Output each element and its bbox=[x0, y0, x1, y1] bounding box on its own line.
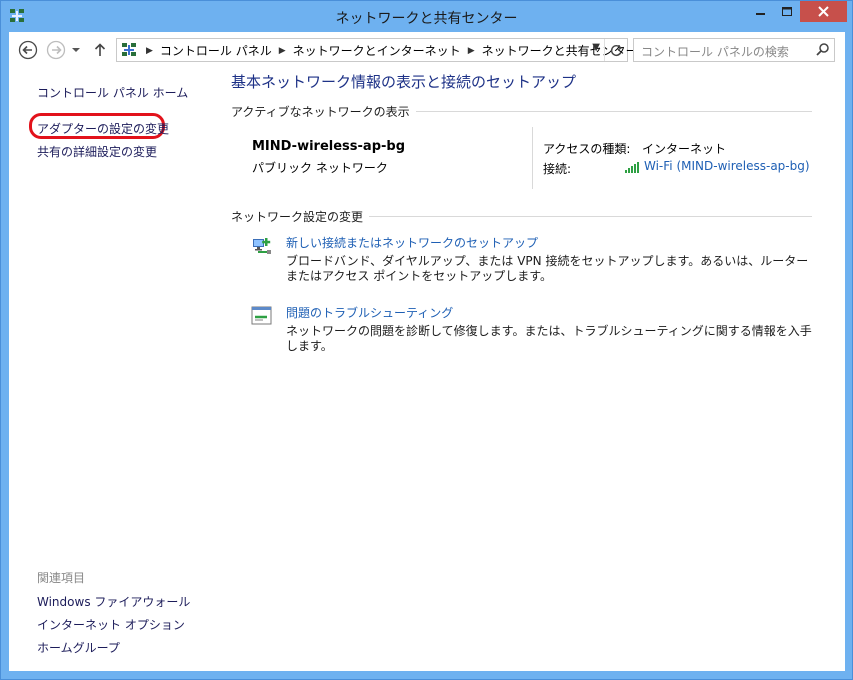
homegroup-link[interactable]: ホームグループ bbox=[37, 639, 120, 656]
breadcrumb-control-panel[interactable]: コントロール パネル bbox=[160, 42, 272, 59]
breadcrumb-separator-icon[interactable]: ▶ bbox=[279, 46, 286, 56]
network-name: MIND-wireless-ap-bg bbox=[252, 139, 406, 154]
navigation-bar: ▶ コントロール パネル ▶ ネットワークとインターネット ▶ ネットワークと共… bbox=[9, 32, 845, 68]
forward-button[interactable] bbox=[45, 39, 67, 61]
breadcrumb-network-internet[interactable]: ネットワークとインターネット bbox=[293, 42, 461, 59]
back-button[interactable] bbox=[17, 39, 39, 61]
change-adapter-settings-link[interactable]: アダプターの設定の変更 bbox=[37, 120, 169, 137]
maximize-button[interactable] bbox=[774, 1, 800, 22]
active-networks-section: アクティブなネットワークの表示 bbox=[231, 103, 812, 120]
access-type-label: アクセスの種類: bbox=[543, 142, 631, 156]
troubleshoot-description: ネットワークの問題を診断して修復します。または、トラブルシューティングに関する情… bbox=[286, 324, 812, 353]
change-settings-section: ネットワーク設定の変更 bbox=[231, 208, 812, 225]
breadcrumb-separator-icon[interactable]: ▶ bbox=[468, 46, 475, 56]
content-area: コントロール パネル ホーム アダプターの設定の変更 共有の詳細設定の変更 関連… bbox=[9, 68, 845, 671]
section-heading: ネットワーク設定の変更 bbox=[231, 208, 370, 225]
control-panel-home-link[interactable]: コントロール パネル ホーム bbox=[37, 84, 188, 101]
new-connection-icon bbox=[253, 238, 271, 254]
wifi-signal-icon bbox=[625, 162, 639, 173]
forward-arrow-icon bbox=[46, 40, 66, 60]
close-button[interactable] bbox=[800, 1, 847, 22]
window: ネットワークと共有センター ▶ コントロール パネル ▶ ネットワークとインター… bbox=[0, 0, 853, 680]
network-type: パブリック ネットワーク bbox=[252, 161, 388, 175]
page-title: 基本ネットワーク情報の表示と接続のセットアップ bbox=[231, 73, 577, 91]
control-panel-icon bbox=[122, 43, 136, 56]
maximize-icon bbox=[781, 6, 792, 16]
breadcrumb: ▶ コントロール パネル ▶ ネットワークとインターネット ▶ ネットワークと共… bbox=[139, 42, 638, 59]
refresh-icon bbox=[610, 44, 622, 56]
new-connection-link[interactable]: 新しい接続またはネットワークのセットアップ bbox=[286, 234, 538, 251]
up-button[interactable] bbox=[91, 39, 109, 61]
connection-label: 接続: bbox=[543, 162, 572, 176]
troubleshoot-icon bbox=[251, 306, 272, 325]
address-dropdown-icon[interactable]: ▼ bbox=[592, 42, 600, 53]
minimize-icon bbox=[756, 12, 765, 15]
close-icon bbox=[818, 6, 829, 17]
internet-options-link[interactable]: インターネット オプション bbox=[37, 616, 185, 633]
search-box[interactable]: コントロール パネルの検索 bbox=[633, 38, 835, 62]
sidebar: コントロール パネル ホーム アダプターの設定の変更 共有の詳細設定の変更 関連… bbox=[9, 68, 209, 671]
access-type-value: インターネット bbox=[642, 142, 727, 156]
minimize-button[interactable] bbox=[748, 1, 774, 22]
windows-firewall-link[interactable]: Windows ファイアウォール bbox=[37, 593, 190, 610]
address-bar[interactable]: ▶ コントロール パネル ▶ ネットワークとインターネット ▶ ネットワークと共… bbox=[116, 38, 638, 62]
related-items-heading: 関連項目 bbox=[37, 571, 86, 585]
up-arrow-icon bbox=[94, 43, 106, 56]
vertical-divider bbox=[532, 127, 533, 189]
recent-locations-button[interactable] bbox=[69, 39, 83, 61]
window-title: ネットワークと共有センター bbox=[335, 11, 518, 27]
advanced-sharing-settings-link[interactable]: 共有の詳細設定の変更 bbox=[37, 143, 157, 160]
refresh-button[interactable] bbox=[604, 39, 627, 61]
wifi-connection-link[interactable]: Wi-Fi (MIND-wireless-ap-bg) bbox=[625, 159, 810, 173]
search-placeholder[interactable]: コントロール パネルの検索 bbox=[641, 43, 789, 60]
chevron-down-icon bbox=[72, 48, 80, 52]
title-bar[interactable]: ネットワークと共有センター bbox=[1, 1, 852, 32]
search-icon[interactable] bbox=[815, 42, 830, 57]
new-connection-description: ブロードバンド、ダイヤルアップ、または VPN 接続をセットアップします。あるい… bbox=[286, 254, 809, 283]
troubleshoot-link[interactable]: 問題のトラブルシューティング bbox=[286, 304, 453, 321]
back-arrow-icon bbox=[18, 40, 38, 60]
section-heading: アクティブなネットワークの表示 bbox=[231, 103, 416, 120]
wifi-connection-label[interactable]: Wi-Fi (MIND-wireless-ap-bg) bbox=[644, 159, 810, 173]
breadcrumb-separator-icon[interactable]: ▶ bbox=[146, 46, 153, 56]
